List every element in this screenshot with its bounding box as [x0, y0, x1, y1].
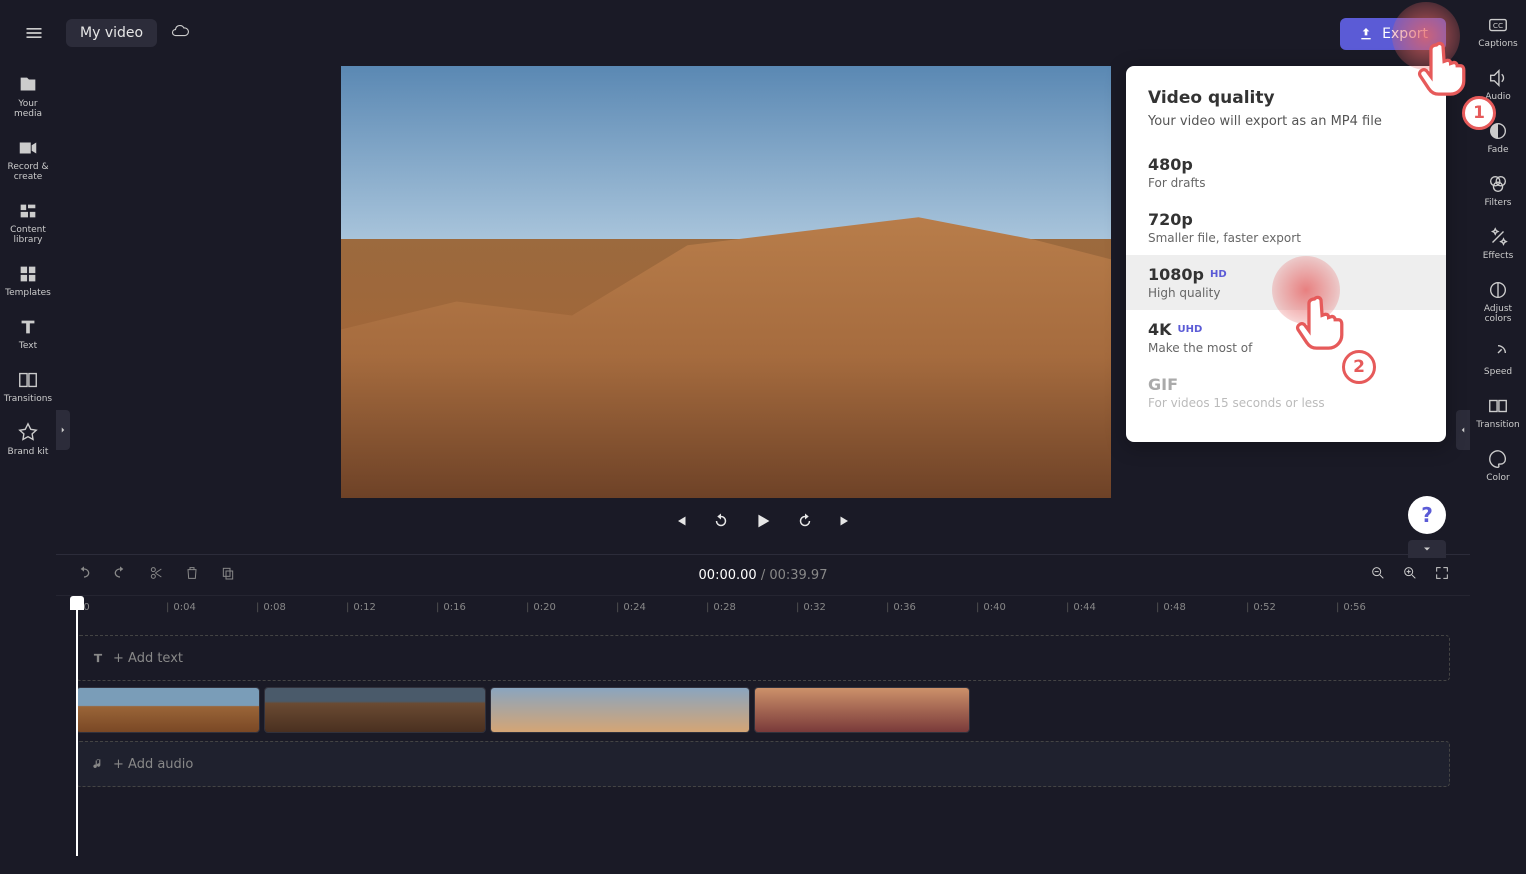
transitions-icon	[17, 369, 39, 391]
quality-option-gif: GIF For videos 15 seconds or less	[1126, 365, 1446, 420]
video-track[interactable]	[76, 687, 1450, 735]
text-track[interactable]: + Add text	[76, 635, 1450, 681]
playhead[interactable]	[76, 596, 78, 856]
preview-background	[341, 66, 1111, 239]
zoom-out-button[interactable]	[1370, 565, 1386, 585]
help-button[interactable]: ?	[1408, 496, 1446, 534]
sidebar-item-transitions[interactable]: Transitions	[3, 369, 53, 404]
popup-title: Video quality	[1126, 88, 1446, 108]
current-time: 00:00.00	[699, 568, 757, 583]
annotation-hand-2	[1286, 288, 1356, 362]
sidebar-item-record-create[interactable]: Record & create	[3, 137, 53, 182]
timeline-tracks: + Add text + Add audio	[56, 619, 1470, 809]
brand-kit-icon	[17, 422, 39, 444]
rewind-5-button[interactable]	[712, 512, 730, 534]
timeline-section: 00:00.00 / 00:39.97 0 0:04 0:08 0:12 0:1…	[56, 554, 1470, 874]
sidebar-item-brand-kit[interactable]: Brand kit	[3, 422, 53, 457]
duplicate-button[interactable]	[220, 565, 236, 585]
audio-track[interactable]: + Add audio	[76, 741, 1450, 787]
timeline-toolbar: 00:00.00 / 00:39.97	[56, 555, 1470, 595]
forward-5-button[interactable]	[796, 512, 814, 534]
captions-icon: CC	[1487, 14, 1509, 36]
annotation-number-1: 1	[1462, 96, 1496, 130]
effects-icon	[1487, 226, 1509, 248]
export-quality-popup: Video quality Your video will export as …	[1126, 66, 1446, 442]
zoom-controls	[1370, 565, 1450, 585]
cloud-sync-icon[interactable]	[171, 22, 189, 44]
camera-icon	[17, 137, 39, 159]
speed-icon	[1487, 342, 1509, 364]
video-preview[interactable]	[341, 66, 1111, 498]
skip-back-button[interactable]	[672, 512, 690, 534]
sidebar-item-text[interactable]: Text	[3, 316, 53, 351]
media-icon	[17, 74, 39, 96]
play-button[interactable]	[752, 510, 774, 536]
annotation-number-2: 2	[1342, 350, 1376, 384]
upload-icon	[1358, 26, 1374, 42]
zoom-in-button[interactable]	[1402, 565, 1418, 585]
sidebar-item-filters[interactable]: Filters	[1473, 173, 1523, 208]
menu-button[interactable]	[12, 11, 56, 55]
video-clip-3[interactable]	[490, 687, 750, 733]
sidebar-item-content-library[interactable]: Content library	[3, 200, 53, 245]
audio-icon	[1487, 67, 1509, 89]
annotation-hand-1	[1408, 34, 1478, 108]
undo-button[interactable]	[76, 565, 92, 585]
audio-track-icon	[91, 757, 105, 771]
hamburger-icon	[24, 23, 44, 43]
templates-icon	[17, 263, 39, 285]
left-sidebar: Your media Record & create Content libra…	[0, 66, 56, 874]
transition-icon	[1487, 395, 1509, 417]
svg-text:CC: CC	[1493, 21, 1503, 30]
timeline-ruler[interactable]: 0 0:04 0:08 0:12 0:16 0:20 0:24 0:28 0:3…	[56, 595, 1470, 619]
preview-foreground	[341, 217, 1111, 498]
delete-button[interactable]	[184, 565, 200, 585]
playback-controls	[56, 510, 1470, 536]
zoom-fit-button[interactable]	[1434, 565, 1450, 585]
video-clip-2[interactable]	[264, 687, 486, 733]
library-icon	[17, 200, 39, 222]
adjust-colors-icon	[1487, 279, 1509, 301]
filters-icon	[1487, 173, 1509, 195]
video-clip-1[interactable]	[76, 687, 260, 733]
text-icon	[17, 316, 39, 338]
sidebar-item-captions[interactable]: CC Captions	[1473, 14, 1523, 49]
project-name-label: My video	[80, 25, 143, 41]
redo-button[interactable]	[112, 565, 128, 585]
sidebar-item-your-media[interactable]: Your media	[3, 74, 53, 119]
quality-option-720p[interactable]: 720p Smaller file, faster export	[1126, 200, 1446, 255]
video-clip-4[interactable]	[754, 687, 970, 733]
sidebar-item-adjust-colors[interactable]: Adjust colors	[1473, 279, 1523, 324]
sidebar-item-transition[interactable]: Transition	[1473, 395, 1523, 430]
sidebar-item-templates[interactable]: Templates	[3, 263, 53, 298]
quality-option-480p[interactable]: 480p For drafts	[1126, 145, 1446, 200]
total-time: 00:39.97	[769, 568, 827, 583]
timeline-time: 00:00.00 / 00:39.97	[699, 568, 828, 583]
popup-subtitle: Your video will export as an MP4 file	[1126, 114, 1446, 129]
right-sidebar: CC Captions Audio Fade Filters Effects A…	[1470, 0, 1526, 874]
sidebar-item-effects[interactable]: Effects	[1473, 226, 1523, 261]
project-name[interactable]: My video	[66, 19, 157, 47]
sidebar-item-color[interactable]: Color	[1473, 448, 1523, 483]
color-icon	[1487, 448, 1509, 470]
text-track-icon	[91, 651, 105, 665]
sidebar-item-speed[interactable]: Speed	[1473, 342, 1523, 377]
skip-forward-button[interactable]	[836, 512, 854, 534]
split-button[interactable]	[148, 565, 164, 585]
